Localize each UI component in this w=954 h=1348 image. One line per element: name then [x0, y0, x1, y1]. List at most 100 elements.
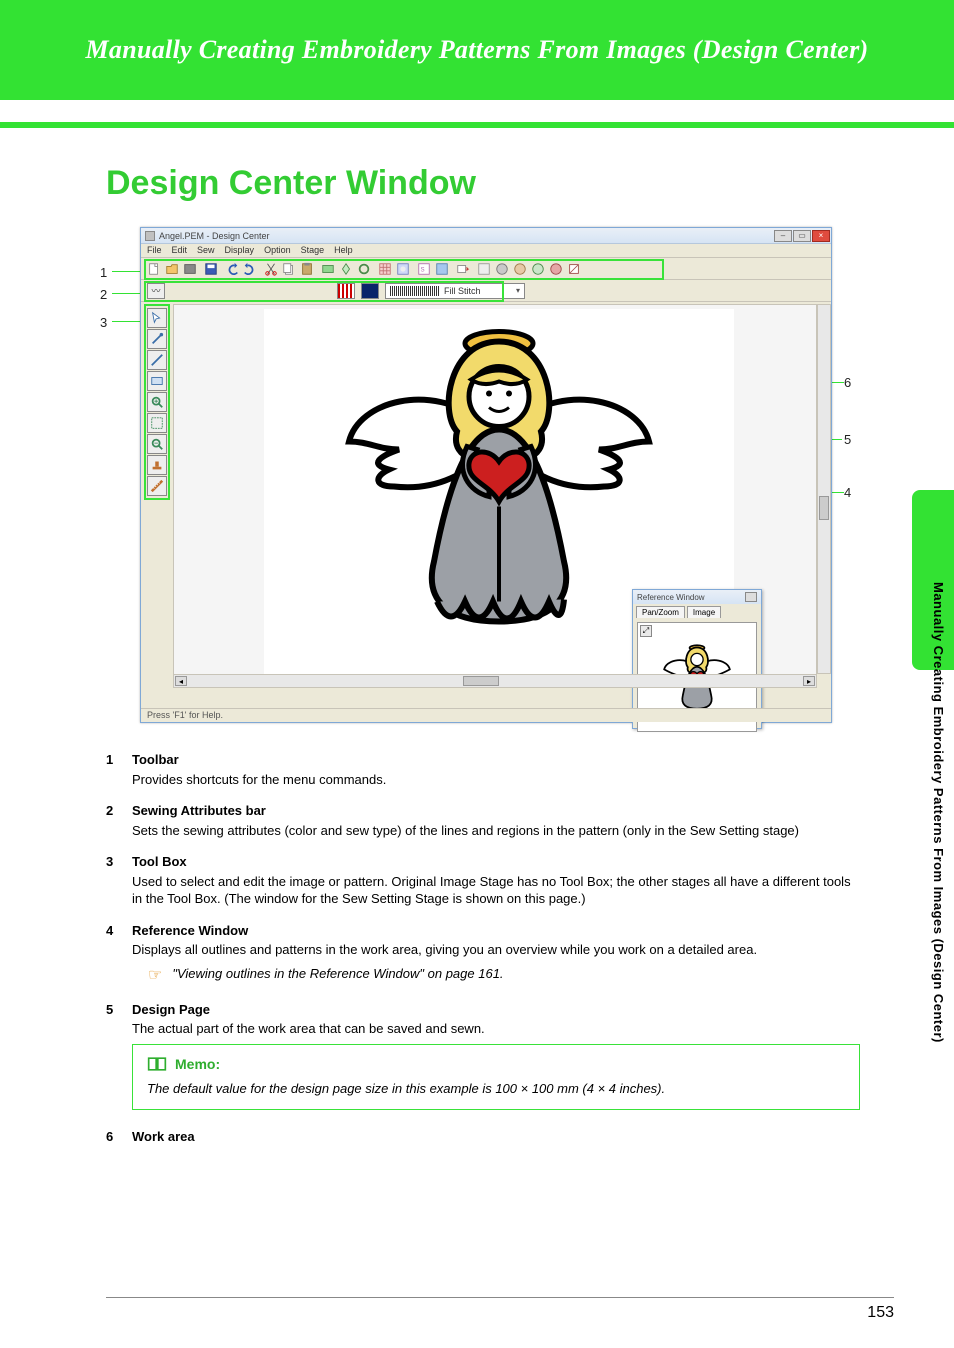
tool-box: [144, 304, 170, 500]
legend-num: 3: [106, 853, 120, 908]
window-title: Angel.PEM - Design Center: [159, 231, 770, 241]
stamp-tool-icon[interactable]: [147, 455, 167, 475]
tool-a-icon[interactable]: [475, 260, 492, 277]
scroll-right-icon[interactable]: ▸: [803, 676, 815, 686]
stage3-icon[interactable]: [355, 260, 372, 277]
chevron-down-icon: ▾: [516, 286, 520, 295]
stitch-type-label: Fill Stitch: [444, 286, 481, 296]
legend-item: 2 Sewing Attributes bar Sets the sewing …: [106, 802, 860, 839]
callout-line: [112, 293, 140, 294]
select-tool-icon[interactable]: [147, 308, 167, 328]
sewing-attributes-bar: 〰 Fill Stitch ▾: [141, 280, 831, 302]
legend-title: Tool Box: [132, 853, 860, 871]
legend-desc: Used to select and edit the image or pat…: [132, 873, 860, 908]
menu-edit[interactable]: Edit: [172, 245, 188, 257]
memo-label: Memo:: [175, 1055, 220, 1074]
tool-c-icon[interactable]: [511, 260, 528, 277]
legend-desc: Displays all outlines and patterns in th…: [132, 941, 860, 959]
zoom-fit-icon[interactable]: ⤢: [640, 625, 652, 637]
minimize-button[interactable]: –: [774, 230, 792, 242]
menu-help[interactable]: Help: [334, 245, 353, 257]
legend-num: 2: [106, 802, 120, 839]
legend-desc: The actual part of the work area that ca…: [132, 1020, 860, 1038]
callout-num-3: 3: [100, 315, 107, 330]
legend-item: 6 Work area: [106, 1128, 860, 1148]
redo-icon[interactable]: [241, 260, 258, 277]
statusbar: Press 'F1' for Help.: [141, 708, 831, 722]
legend-num: 4: [106, 922, 120, 987]
vertical-scrollbar[interactable]: [817, 304, 831, 674]
stage1-icon[interactable]: [319, 260, 336, 277]
menu-sew[interactable]: Sew: [197, 245, 215, 257]
reference-window-titlebar[interactable]: Reference Window: [633, 590, 761, 604]
page-number: 153: [867, 1304, 894, 1322]
zoom-in-tool-icon[interactable]: [147, 392, 167, 412]
legend-item: 4 Reference Window Displays all outlines…: [106, 922, 860, 987]
book-icon: [147, 1056, 167, 1072]
preview-icon[interactable]: [394, 260, 411, 277]
svg-text:S: S: [420, 266, 424, 273]
menu-option[interactable]: Option: [264, 245, 291, 257]
region-color-swatch[interactable]: [361, 283, 379, 299]
tool-b-icon[interactable]: [493, 260, 510, 277]
tool-e-icon[interactable]: [547, 260, 564, 277]
callout-num-2: 2: [100, 287, 107, 302]
header-banner: Manually Creating Embroidery Patterns Fr…: [0, 0, 954, 100]
realistic-icon[interactable]: [433, 260, 450, 277]
reference-tab-panzoom[interactable]: Pan/Zoom: [636, 606, 685, 618]
new-icon[interactable]: [145, 260, 162, 277]
region-tool-icon[interactable]: [147, 371, 167, 391]
app-window: Angel.PEM - Design Center – ▭ × File Edi…: [140, 227, 832, 723]
horizontal-scrollbar[interactable]: ◂ ▸: [173, 674, 817, 688]
close-button[interactable]: ×: [812, 230, 830, 242]
grid-icon[interactable]: [376, 260, 393, 277]
undo-icon[interactable]: [223, 260, 240, 277]
separator: [259, 260, 261, 277]
embroidery-artwork: [339, 302, 659, 657]
memo-text: The default value for the design page si…: [147, 1080, 845, 1098]
legend-title: Reference Window: [132, 922, 860, 940]
stitch-type-dropdown[interactable]: Fill Stitch ▾: [385, 283, 525, 299]
menubar: File Edit Sew Display Option Stage Help: [141, 244, 831, 258]
side-vertical-text: Manually Creating Embroidery Patterns Fr…: [931, 582, 946, 1043]
tool-f-icon[interactable]: [565, 260, 582, 277]
tool-d-icon[interactable]: [529, 260, 546, 277]
window-titlebar[interactable]: Angel.PEM - Design Center – ▭ ×: [141, 228, 831, 244]
reference-window-button[interactable]: [745, 592, 757, 602]
menu-display[interactable]: Display: [225, 245, 255, 257]
divider-line: [0, 122, 954, 128]
point-edit-tool-icon[interactable]: [147, 329, 167, 349]
reference-tab-image[interactable]: Image: [687, 606, 721, 618]
footer-rule: [106, 1297, 894, 1298]
legend-item: 5 Design Page The actual part of the wor…: [106, 1001, 860, 1115]
scroll-left-icon[interactable]: ◂: [175, 676, 187, 686]
callout-num-4: 4: [844, 485, 851, 500]
zoom-out-tool-icon[interactable]: [147, 434, 167, 454]
scroll-thumb[interactable]: [463, 676, 499, 686]
scroll-thumb[interactable]: [819, 496, 829, 520]
menu-file[interactable]: File: [147, 245, 162, 257]
save-icon[interactable]: [202, 260, 219, 277]
separator: [199, 260, 201, 277]
maximize-button[interactable]: ▭: [793, 230, 811, 242]
copy-icon[interactable]: [280, 260, 297, 277]
stitch-sim-icon[interactable]: S: [415, 260, 432, 277]
callout-line: [112, 321, 140, 322]
menu-stage[interactable]: Stage: [301, 245, 325, 257]
work-area[interactable]: Reference Window Pan/Zoom Image ⤢: [173, 304, 817, 688]
line-stitch-swatch[interactable]: [337, 283, 355, 299]
legend-num: 5: [106, 1001, 120, 1115]
line-tool-icon[interactable]: [147, 350, 167, 370]
callout-num-5: 5: [844, 432, 851, 447]
measure-tool-icon[interactable]: [147, 476, 167, 496]
separator: [451, 260, 453, 277]
stage2-icon[interactable]: [337, 260, 354, 277]
separator: [220, 260, 222, 277]
paste-icon[interactable]: [298, 260, 315, 277]
import-icon[interactable]: [181, 260, 198, 277]
line-toggle-icon[interactable]: 〰: [147, 283, 165, 299]
open-icon[interactable]: [163, 260, 180, 277]
zoom-fit-tool-icon[interactable]: [147, 413, 167, 433]
send-icon[interactable]: [454, 260, 471, 277]
cut-icon[interactable]: [262, 260, 279, 277]
